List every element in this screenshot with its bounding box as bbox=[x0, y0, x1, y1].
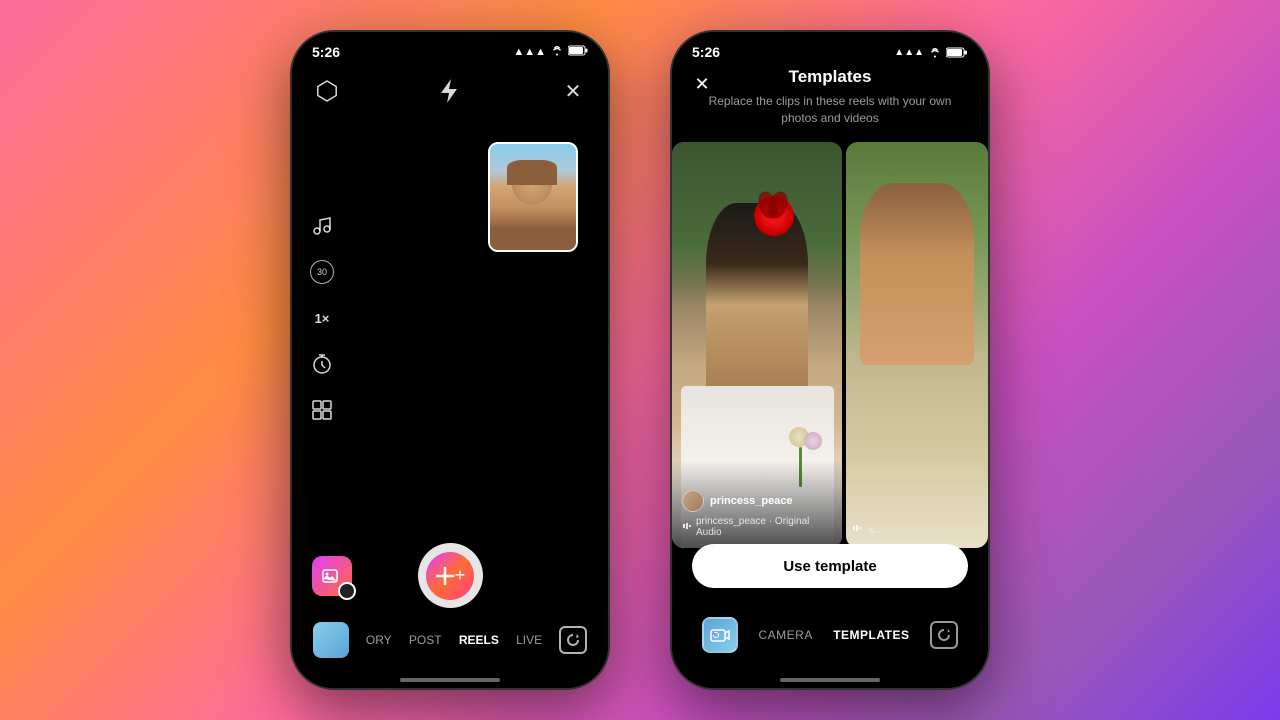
phone2-screen: 5:26 ▲▲▲ ✕ Templates Replace the clips i… bbox=[672, 32, 988, 688]
templates-subtitle: Replace the clips in these reels with yo… bbox=[692, 93, 968, 127]
nav-post[interactable]: POST bbox=[409, 633, 442, 647]
nav-camera[interactable]: CAMERA bbox=[759, 628, 813, 642]
status-icons-2: ▲▲▲ bbox=[894, 47, 968, 58]
nav-live[interactable]: LIVE bbox=[516, 633, 542, 647]
use-template-label: Use template bbox=[783, 558, 876, 575]
home-indicator-2 bbox=[780, 678, 880, 682]
camera-bottom-nav: ORY POST REELS LIVE bbox=[292, 608, 608, 688]
flip-camera-button[interactable] bbox=[559, 626, 587, 654]
speed-badge: 1× bbox=[315, 311, 330, 326]
notch bbox=[390, 32, 510, 56]
close-templates-button[interactable]: ✕ bbox=[688, 70, 716, 98]
wifi-icon bbox=[550, 45, 564, 59]
flip-camera-button-2[interactable] bbox=[930, 621, 958, 649]
close-button[interactable]: ✕ bbox=[558, 76, 588, 106]
audio-icon bbox=[682, 521, 692, 533]
shutter-area bbox=[292, 543, 608, 608]
battery-icon-2 bbox=[946, 47, 968, 58]
shutter-inner bbox=[426, 552, 474, 600]
gallery-thumbnail[interactable] bbox=[313, 622, 349, 658]
user-info-overlay: princess_peace princess_peace · Original… bbox=[672, 460, 842, 548]
home-indicator bbox=[400, 678, 500, 682]
use-template-button[interactable]: Use template bbox=[692, 544, 968, 588]
audio-row: princess_peace · Original Audio bbox=[682, 516, 832, 538]
user-row: princess_peace bbox=[682, 490, 832, 512]
shutter-button[interactable] bbox=[418, 543, 483, 608]
battery-icon bbox=[568, 45, 588, 59]
phone-1: 5:26 ▲▲▲ bbox=[290, 30, 610, 690]
template-feed: princess_peace princess_peace · Original… bbox=[672, 142, 988, 548]
close-icon: ✕ bbox=[565, 79, 582, 104]
signal-icon-2: ▲▲▲ bbox=[894, 47, 924, 58]
flash-button[interactable] bbox=[435, 76, 465, 106]
user-avatar bbox=[682, 490, 704, 512]
nav-reels[interactable]: REELS bbox=[459, 633, 499, 647]
nav-story[interactable]: ORY bbox=[366, 633, 392, 647]
wifi-icon-2 bbox=[928, 47, 942, 58]
top-controls: ✕ bbox=[292, 76, 608, 106]
status-icons: ▲▲▲ bbox=[513, 45, 588, 59]
username: princess_peace bbox=[710, 495, 793, 507]
selfie-preview[interactable] bbox=[488, 142, 578, 252]
nav-templates[interactable]: TEMPLATES bbox=[833, 628, 909, 642]
signal-icon: ▲▲▲ bbox=[513, 46, 546, 58]
layout-button[interactable] bbox=[308, 396, 336, 424]
status-time-2: 5:26 bbox=[692, 44, 720, 60]
countdown-button[interactable] bbox=[308, 350, 336, 378]
phone-2: 5:26 ▲▲▲ ✕ Templates Replace the clips i… bbox=[670, 30, 990, 690]
template-card-main[interactable]: princess_peace princess_peace · Original… bbox=[672, 142, 842, 548]
templates-header: Templates Replace the clips in these ree… bbox=[672, 67, 988, 127]
status-time: 5:26 bbox=[312, 44, 340, 60]
audio-label: princess_peace · Original Audio bbox=[696, 516, 832, 538]
template-card-side[interactable]: s... bbox=[846, 142, 988, 548]
timer-badge: 30 bbox=[310, 260, 334, 284]
speed-button[interactable]: 1× bbox=[308, 304, 336, 332]
templates-bottom-nav: CAMERA TEMPLATES bbox=[672, 598, 988, 688]
music-icon-button[interactable] bbox=[308, 212, 336, 240]
filter-button[interactable] bbox=[312, 76, 342, 106]
notch-2 bbox=[770, 32, 890, 56]
timer-button[interactable]: 30 bbox=[308, 258, 336, 286]
camera-nav-thumbnail[interactable] bbox=[702, 617, 738, 653]
templates-title: Templates bbox=[692, 67, 968, 87]
phone1-screen: 5:26 ▲▲▲ bbox=[292, 32, 608, 688]
left-controls: 30 1× bbox=[308, 212, 336, 424]
